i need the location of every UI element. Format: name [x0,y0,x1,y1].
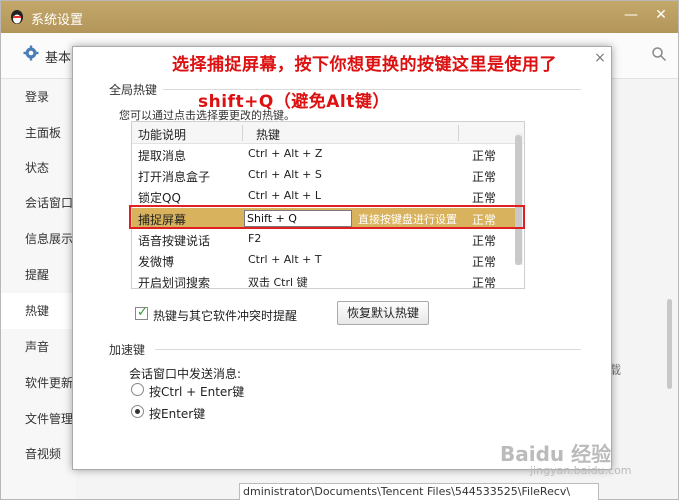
table-scrollbar-thumb[interactable] [515,135,522,265]
hotkey-hint: 直接按键盘进行设置 [358,213,457,226]
section-divider [155,349,581,350]
sidebar-item-hotkey[interactable]: 热键 [1,293,76,329]
radio-selected-dot [135,409,140,414]
window-title: 系统设置 [31,13,84,28]
gear-icon [23,45,39,61]
search-icon[interactable] [651,46,667,62]
restore-default-hotkeys-button[interactable]: 恢复默认热键 [337,301,429,325]
table-header: 功能说明 热键 [132,122,524,144]
main-scrollbar[interactable] [667,299,672,389]
row-function: 开启划词搜索 [138,276,211,289]
row-status: 正常 [472,213,497,227]
send-message-label: 会话窗口中发送消息: [129,367,242,381]
hotkey-table: 功能说明 热键 提取消息 Ctrl + Alt + Z 正常 打开消息盒子 Ct… [131,121,525,289]
annotation-text-line-1: 选择捕捉屏幕，按下你想更换的按键这里是使用了 [172,55,557,75]
sidebar-item-software-update[interactable]: 软件更新 [1,365,76,401]
radio-ctrl-enter-label: 按Ctrl + Enter键 [149,385,245,399]
table-row[interactable]: 锁定QQ Ctrl + Alt + L 正常 [132,186,524,207]
table-row[interactable]: 打开消息盒子 Ctrl + Alt + S 正常 [132,165,524,186]
row-function: 锁定QQ [138,191,181,205]
row-function: 发微博 [138,255,175,269]
sidebar-item-reminder[interactable]: 提醒 [1,257,76,293]
table-row[interactable]: 发微博 Ctrl + Alt + T 正常 [132,250,524,271]
qq-penguin-icon [11,10,23,24]
row-status: 正常 [472,191,497,205]
conflict-reminder-checkbox[interactable]: ✓ [135,305,148,320]
row-hotkey: Ctrl + Alt + Z [248,147,323,160]
baidu-watermark-url: jingyan.baidu.com [530,464,632,477]
download-path-field[interactable]: dministrator\Documents\Tencent Files\544… [239,483,599,500]
sidebar: 登录 主面板 状态 会话窗口 信息展示 提醒 热键 声音 软件更新 文件管理 音… [1,79,76,499]
window-close-button[interactable]: ✕ [653,7,669,23]
row-hotkey: Ctrl + Alt + S [248,168,322,181]
row-hotkey: F2 [248,232,262,245]
row-hotkey: Ctrl + Alt + L [248,189,322,202]
column-header-hotkey: 热键 [256,128,281,142]
checkmark-icon: ✓ [137,305,148,320]
row-status: 正常 [472,149,497,163]
row-status: 正常 [472,170,497,184]
sidebar-item-sound[interactable]: 声音 [1,329,76,365]
sidebar-item-main-panel[interactable]: 主面板 [1,115,76,151]
dialog-close-button[interactable]: × [593,51,607,65]
row-hotkey: Ctrl + Alt + T [248,253,322,266]
title-bar: 系统设置 — ✕ [1,1,678,33]
radio-enter[interactable] [131,405,144,418]
radio-ctrl-enter[interactable] [131,383,144,396]
row-hotkey: 双击 Ctrl 键 [248,276,308,289]
row-function: 打开消息盒子 [138,170,211,184]
table-row-selected[interactable]: 捕捉屏幕 Shift + Q 直接按键盘进行设置 正常 [132,208,524,229]
accelerator-heading: 加速键 [109,343,146,357]
table-row[interactable]: 开启划词搜索 双击 Ctrl 键 正常 [132,271,524,289]
row-status: 正常 [472,276,497,289]
column-header-function: 功能说明 [138,128,187,142]
annotation-text-line-2: shift+Q（避免Alt键） [198,92,390,112]
hotkey-input[interactable]: Shift + Q [244,210,352,227]
tab-basic[interactable]: 基本 [45,47,71,66]
row-status: 正常 [472,255,497,269]
row-status: 正常 [472,234,497,248]
row-function: 提取消息 [138,149,187,163]
row-function: 语音按键说话 [138,234,211,248]
sidebar-item-login[interactable]: 登录 [1,79,76,115]
global-hotkey-heading: 全局热键 [109,83,158,97]
radio-enter-label: 按Enter键 [149,407,206,421]
sidebar-item-info-display[interactable]: 信息展示 [1,221,76,257]
sidebar-item-audio-video[interactable]: 音视频 [1,436,76,472]
sidebar-item-chat-window[interactable]: 会话窗口 [1,185,76,221]
minimize-button[interactable]: — [623,7,639,23]
sidebar-item-file-management[interactable]: 文件管理 [1,401,76,437]
column-separator [242,125,243,141]
table-row[interactable]: 提取消息 Ctrl + Alt + Z 正常 [132,144,524,165]
column-separator [458,125,459,141]
table-row[interactable]: 语音按键说话 F2 正常 [132,229,524,250]
sidebar-item-status[interactable]: 状态 [1,150,76,186]
baidu-watermark-logo: Baidu 经验 [500,442,612,466]
conflict-reminder-label: 热键与其它软件冲突时提醒 [153,309,298,323]
row-function: 捕捉屏幕 [138,213,187,227]
